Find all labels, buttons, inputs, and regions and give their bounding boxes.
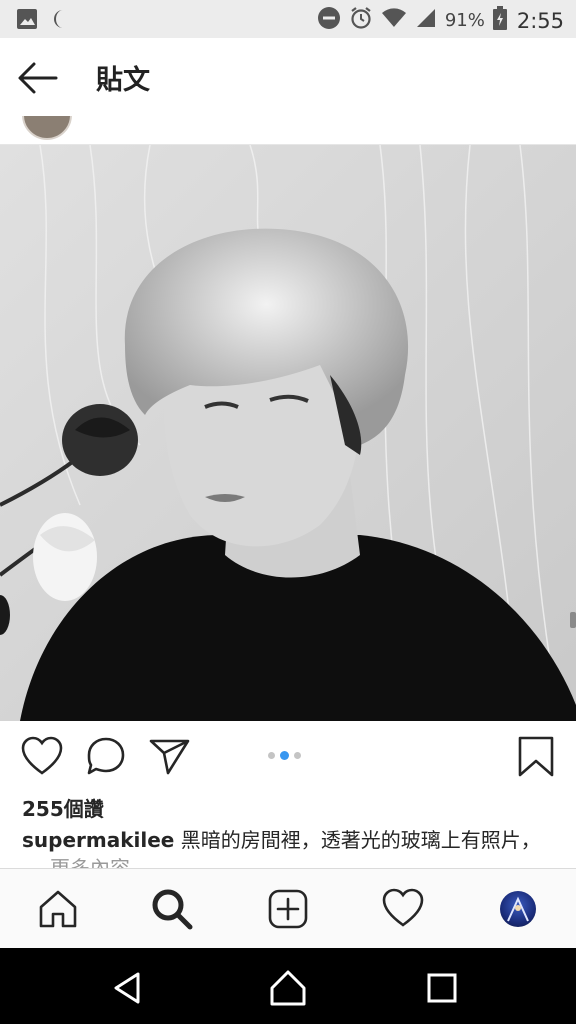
carousel-dot-active <box>280 751 289 760</box>
comment-icon <box>87 737 125 775</box>
back-button[interactable] <box>16 60 60 96</box>
system-recents-button[interactable] <box>420 966 464 1010</box>
nav-home[interactable] <box>36 887 80 931</box>
add-post-icon <box>268 889 308 929</box>
like-button[interactable] <box>20 735 64 779</box>
carousel-dot <box>268 752 275 759</box>
share-button[interactable] <box>148 735 192 779</box>
battery-percent: 91% <box>444 10 485 31</box>
post-photo[interactable] <box>0 145 576 721</box>
avatar[interactable] <box>22 116 72 140</box>
nav-activity[interactable] <box>381 887 425 931</box>
arrow-left-icon <box>18 62 58 94</box>
comment-button[interactable] <box>84 735 128 779</box>
alarm-icon <box>349 6 373 35</box>
search-icon <box>152 889 193 930</box>
nav-search[interactable] <box>150 887 194 931</box>
wifi-icon <box>381 7 407 34</box>
status-bar: 91% 2:55 <box>0 0 576 38</box>
home-icon <box>39 890 77 928</box>
recents-icon <box>427 973 457 1003</box>
back-icon <box>114 972 140 1004</box>
system-nav-bar <box>0 948 576 1024</box>
moon-icon <box>54 8 76 34</box>
post-caption: supermakilee 黑暗的房間裡，透著光的玻璃上有照片， 更多內容 <box>22 826 542 868</box>
home-icon <box>270 970 306 1006</box>
page-title: 貼文 <box>96 65 150 96</box>
scroll-thumb[interactable] <box>570 612 576 628</box>
carousel-dot <box>294 752 301 759</box>
profile-avatar[interactable] <box>500 891 536 927</box>
bottom-nav <box>0 868 576 949</box>
post-actions <box>0 721 576 791</box>
post-image <box>0 145 576 721</box>
clock: 2:55 <box>516 8 564 33</box>
bookmark-icon <box>518 736 554 777</box>
battery-icon <box>492 6 507 35</box>
dnd-icon <box>317 6 341 35</box>
nav-new-post[interactable] <box>266 887 310 931</box>
carousel-indicator <box>268 751 301 760</box>
likes-count[interactable]: 255個讚 <box>22 793 104 822</box>
save-button[interactable] <box>514 735 558 779</box>
gallery-icon <box>16 8 38 34</box>
system-home-button[interactable] <box>266 966 310 1010</box>
avatar <box>507 896 529 922</box>
more-link[interactable]: 更多內容 <box>50 856 130 868</box>
caption-text: 黑暗的房間裡，透著光的玻璃上有照片， <box>180 828 541 852</box>
caption-username[interactable]: supermakilee <box>22 828 174 852</box>
signal-icon <box>415 7 437 34</box>
previous-post-row <box>0 116 576 145</box>
heart-icon <box>21 736 63 775</box>
system-back-button[interactable] <box>106 966 150 1010</box>
send-icon <box>149 739 190 775</box>
app-header: 貼文 <box>0 38 576 117</box>
heart-icon <box>382 888 424 927</box>
